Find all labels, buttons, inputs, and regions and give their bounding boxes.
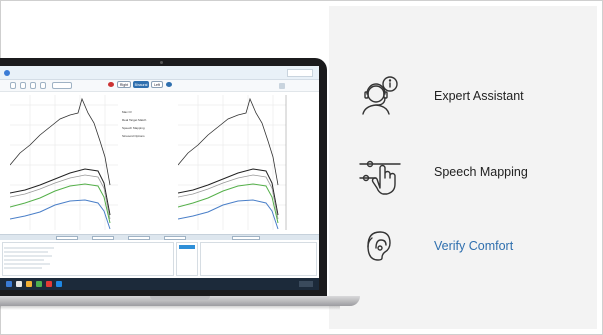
list-item[interactable] bbox=[4, 251, 48, 253]
list-item[interactable] bbox=[4, 255, 52, 257]
left-ear-icon bbox=[166, 82, 172, 87]
laptop-screen: Right Binaural Left Max O/ Real Target M… bbox=[0, 66, 319, 290]
program-panels bbox=[0, 240, 319, 278]
sinusoid-curve-blue bbox=[178, 199, 279, 230]
laptop-mockup: Right Binaural Left Max O/ Real Target M… bbox=[0, 0, 380, 335]
legend-label: Sinusoid Options bbox=[122, 134, 145, 138]
binaural-label: Binaural bbox=[134, 82, 148, 87]
target-curve-grey bbox=[178, 174, 279, 220]
search-icon[interactable] bbox=[16, 281, 22, 287]
sinusoid-curve-blue bbox=[10, 199, 111, 230]
legend-label: Real Target Match bbox=[122, 118, 147, 122]
toolbar-redo-button[interactable] bbox=[30, 82, 36, 89]
toolbar-home-button[interactable] bbox=[10, 82, 16, 89]
binaural-button[interactable]: Binaural bbox=[133, 81, 149, 88]
feature-label: Expert Assistant bbox=[434, 89, 524, 103]
max-output-curve bbox=[10, 97, 111, 186]
gain-curve-black bbox=[178, 168, 279, 216]
feature-expert-assistant[interactable]: Expert Assistant bbox=[354, 70, 594, 122]
laptop-shadow bbox=[0, 306, 340, 310]
feature-verify-comfort[interactable]: Verify Comfort bbox=[354, 220, 594, 272]
target-curve-grey bbox=[10, 174, 111, 220]
feature-label: Speech Mapping bbox=[434, 165, 528, 179]
list-item[interactable] bbox=[4, 247, 54, 249]
toolbar-copy-button[interactable] bbox=[40, 82, 46, 89]
apply-button[interactable] bbox=[179, 245, 195, 249]
list-item[interactable] bbox=[4, 263, 50, 265]
apply-panel bbox=[176, 242, 198, 276]
toolbar-dropdown[interactable] bbox=[52, 82, 72, 89]
toolbar-settings-icon[interactable] bbox=[279, 83, 285, 89]
right-ear-chart bbox=[178, 95, 287, 230]
right-ear-button[interactable]: Right bbox=[117, 81, 131, 88]
list-item[interactable] bbox=[4, 267, 42, 269]
feature-speech-mapping[interactable]: Speech Mapping bbox=[354, 146, 594, 198]
clock-area bbox=[299, 281, 313, 287]
feature-label: Verify Comfort bbox=[434, 239, 514, 253]
legend-item[interactable]: Sinusoid Options bbox=[122, 134, 162, 141]
gain-curve-black bbox=[10, 168, 111, 216]
app-icon[interactable] bbox=[36, 281, 42, 287]
folder-icon[interactable] bbox=[26, 281, 32, 287]
right-ear-icon bbox=[108, 82, 114, 87]
left-ear-button[interactable]: Left bbox=[151, 81, 163, 88]
legend-item[interactable]: Speech Mapping bbox=[122, 126, 162, 133]
legend-item[interactable]: Real Target Match bbox=[122, 118, 162, 125]
left-ear-chart bbox=[10, 95, 118, 230]
left-ear-label: Left bbox=[154, 82, 160, 87]
legend-label: Speech Mapping bbox=[122, 126, 145, 130]
browser-icon[interactable] bbox=[56, 281, 62, 287]
toolbar-undo-button[interactable] bbox=[20, 82, 26, 89]
app-icon[interactable] bbox=[46, 281, 52, 287]
chart-legend: Max O/ Real Target Match Speech Mapping … bbox=[122, 110, 162, 146]
list-item[interactable] bbox=[4, 259, 44, 261]
max-output-curve bbox=[178, 97, 279, 186]
device-info-box bbox=[287, 69, 313, 77]
app-logo bbox=[4, 70, 10, 76]
legend-item[interactable]: Max O/ bbox=[122, 110, 162, 117]
notes-panel bbox=[200, 242, 317, 276]
laptop-notch bbox=[150, 296, 210, 300]
os-taskbar bbox=[0, 278, 319, 290]
webcam-icon bbox=[160, 61, 163, 64]
right-ear-label: Right bbox=[119, 82, 129, 87]
legend-label: Max O/ bbox=[122, 110, 132, 114]
start-icon[interactable] bbox=[6, 281, 12, 287]
app-title-bar bbox=[0, 66, 319, 80]
